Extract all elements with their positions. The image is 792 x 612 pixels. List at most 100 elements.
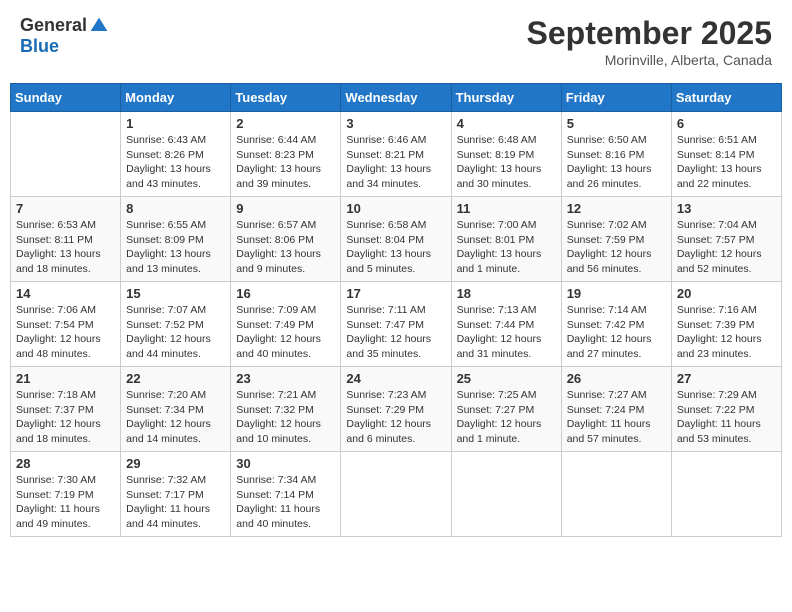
calendar-cell: 16Sunrise: 7:09 AM Sunset: 7:49 PM Dayli… <box>231 282 341 367</box>
day-number: 30 <box>236 456 335 471</box>
day-number: 16 <box>236 286 335 301</box>
calendar-cell: 29 Sunrise: 7:32 AM Sunset: 7:17 PM Dayli… <box>121 452 231 537</box>
day-number: 28 <box>16 456 115 471</box>
day-number: 6 <box>677 116 776 131</box>
day-info: Sunrise: 7:32 AM Sunset: 7:17 PM Dayligh… <box>126 473 225 532</box>
day-number: 2 <box>236 116 335 131</box>
day-number: 9 <box>236 201 335 216</box>
day-number: 21 <box>16 371 115 386</box>
calendar-header-tuesday: Tuesday <box>231 84 341 112</box>
calendar-cell: 22 Sunrise: 7:20 AM Sunset: 7:34 PM Dayli… <box>121 367 231 452</box>
calendar-cell: 8 Sunrise: 6:55 AM Sunset: 8:09 PM Daylig… <box>121 197 231 282</box>
calendar-cell: 21 Sunrise: 7:18 AM Sunset: 7:37 PM Dayli… <box>11 367 121 452</box>
day-info: Sunrise: 6:51 AM Sunset: 8:14 PM Dayligh… <box>677 133 776 192</box>
page-header: General Blue September 2025 Morinville, … <box>10 10 782 73</box>
calendar-header-saturday: Saturday <box>671 84 781 112</box>
calendar-cell: 1Sunrise: 6:43 AM Sunset: 8:26 PM Daylig… <box>121 112 231 197</box>
day-number: 8 <box>126 201 225 216</box>
day-info: Sunrise: 7:21 AM Sunset: 7:32 PM Dayligh… <box>236 388 335 447</box>
day-info: Sunrise: 7:00 AM Sunset: 8:01 PM Dayligh… <box>457 218 556 277</box>
day-number: 12 <box>567 201 666 216</box>
calendar-cell: 14Sunrise: 7:06 AM Sunset: 7:54 PM Dayli… <box>11 282 121 367</box>
calendar-cell: 2Sunrise: 6:44 AM Sunset: 8:23 PM Daylig… <box>231 112 341 197</box>
day-info: Sunrise: 6:46 AM Sunset: 8:21 PM Dayligh… <box>346 133 445 192</box>
calendar-cell: 10 Sunrise: 6:58 AM Sunset: 8:04 PM Dayli… <box>341 197 451 282</box>
calendar-week-4: 21 Sunrise: 7:18 AM Sunset: 7:37 PM Dayli… <box>11 367 782 452</box>
calendar-cell: 15Sunrise: 7:07 AM Sunset: 7:52 PM Dayli… <box>121 282 231 367</box>
calendar-cell: 18 Sunrise: 7:13 AM Sunset: 7:44 PM Dayli… <box>451 282 561 367</box>
day-number: 24 <box>346 371 445 386</box>
day-info: Sunrise: 7:02 AM Sunset: 7:59 PM Dayligh… <box>567 218 666 277</box>
day-info: Sunrise: 7:11 AM Sunset: 7:47 PM Dayligh… <box>346 303 445 362</box>
calendar-header-sunday: Sunday <box>11 84 121 112</box>
calendar-cell <box>341 452 451 537</box>
logo: General Blue <box>20 15 109 57</box>
day-number: 5 <box>567 116 666 131</box>
day-number: 4 <box>457 116 556 131</box>
calendar-week-3: 14Sunrise: 7:06 AM Sunset: 7:54 PM Dayli… <box>11 282 782 367</box>
location-text: Morinville, Alberta, Canada <box>527 52 772 68</box>
day-info: Sunrise: 7:34 AM Sunset: 7:14 PM Dayligh… <box>236 473 335 532</box>
calendar-cell: 17 Sunrise: 7:11 AM Sunset: 7:47 PM Dayli… <box>341 282 451 367</box>
calendar-cell: 20 Sunrise: 7:16 AM Sunset: 7:39 PM Dayli… <box>671 282 781 367</box>
day-number: 17 <box>346 286 445 301</box>
day-info: Sunrise: 6:50 AM Sunset: 8:16 PM Dayligh… <box>567 133 666 192</box>
day-info: Sunrise: 6:57 AM Sunset: 8:06 PM Dayligh… <box>236 218 335 277</box>
day-info: Sunrise: 7:04 AM Sunset: 7:57 PM Dayligh… <box>677 218 776 277</box>
logo-blue-text: Blue <box>20 36 59 57</box>
day-number: 18 <box>457 286 556 301</box>
month-title: September 2025 <box>527 15 772 52</box>
day-info: Sunrise: 7:30 AM Sunset: 7:19 PM Dayligh… <box>16 473 115 532</box>
calendar-cell: 24Sunrise: 7:23 AM Sunset: 7:29 PM Dayli… <box>341 367 451 452</box>
calendar-cell: 28 Sunrise: 7:30 AM Sunset: 7:19 PM Dayli… <box>11 452 121 537</box>
day-number: 7 <box>16 201 115 216</box>
day-info: Sunrise: 7:20 AM Sunset: 7:34 PM Dayligh… <box>126 388 225 447</box>
calendar-cell: 23Sunrise: 7:21 AM Sunset: 7:32 PM Dayli… <box>231 367 341 452</box>
day-info: Sunrise: 6:55 AM Sunset: 8:09 PM Dayligh… <box>126 218 225 277</box>
day-info: Sunrise: 7:18 AM Sunset: 7:37 PM Dayligh… <box>16 388 115 447</box>
calendar-table: SundayMondayTuesdayWednesdayThursdayFrid… <box>10 83 782 537</box>
day-number: 27 <box>677 371 776 386</box>
calendar-header-wednesday: Wednesday <box>341 84 451 112</box>
calendar-cell <box>11 112 121 197</box>
calendar-cell: 5 Sunrise: 6:50 AM Sunset: 8:16 PM Daylig… <box>561 112 671 197</box>
calendar-header-monday: Monday <box>121 84 231 112</box>
day-number: 10 <box>346 201 445 216</box>
calendar-cell <box>671 452 781 537</box>
day-number: 19 <box>567 286 666 301</box>
day-info: Sunrise: 7:25 AM Sunset: 7:27 PM Dayligh… <box>457 388 556 447</box>
logo-icon <box>89 16 109 36</box>
logo-general-text: General <box>20 15 87 36</box>
day-number: 11 <box>457 201 556 216</box>
title-area: September 2025 Morinville, Alberta, Cana… <box>527 15 772 68</box>
calendar-cell: 12 Sunrise: 7:02 AM Sunset: 7:59 PM Dayli… <box>561 197 671 282</box>
day-number: 1 <box>126 116 225 131</box>
calendar-cell: 26Sunrise: 7:27 AM Sunset: 7:24 PM Dayli… <box>561 367 671 452</box>
day-info: Sunrise: 7:13 AM Sunset: 7:44 PM Dayligh… <box>457 303 556 362</box>
day-number: 13 <box>677 201 776 216</box>
day-number: 26 <box>567 371 666 386</box>
day-number: 29 <box>126 456 225 471</box>
calendar-cell: 19Sunrise: 7:14 AM Sunset: 7:42 PM Dayli… <box>561 282 671 367</box>
day-number: 25 <box>457 371 556 386</box>
calendar-cell: 13 Sunrise: 7:04 AM Sunset: 7:57 PM Dayli… <box>671 197 781 282</box>
calendar-cell: 25 Sunrise: 7:25 AM Sunset: 7:27 PM Dayli… <box>451 367 561 452</box>
calendar-cell <box>561 452 671 537</box>
calendar-cell: 6 Sunrise: 6:51 AM Sunset: 8:14 PM Daylig… <box>671 112 781 197</box>
day-number: 15 <box>126 286 225 301</box>
day-info: Sunrise: 6:48 AM Sunset: 8:19 PM Dayligh… <box>457 133 556 192</box>
day-number: 14 <box>16 286 115 301</box>
day-number: 20 <box>677 286 776 301</box>
day-number: 3 <box>346 116 445 131</box>
calendar-cell: 3 Sunrise: 6:46 AM Sunset: 8:21 PM Daylig… <box>341 112 451 197</box>
calendar-week-2: 7Sunrise: 6:53 AM Sunset: 8:11 PM Daylig… <box>11 197 782 282</box>
day-info: Sunrise: 6:58 AM Sunset: 8:04 PM Dayligh… <box>346 218 445 277</box>
calendar-cell: 9 Sunrise: 6:57 AM Sunset: 8:06 PM Daylig… <box>231 197 341 282</box>
day-number: 22 <box>126 371 225 386</box>
calendar-cell: 11 Sunrise: 7:00 AM Sunset: 8:01 PM Dayli… <box>451 197 561 282</box>
day-info: Sunrise: 7:16 AM Sunset: 7:39 PM Dayligh… <box>677 303 776 362</box>
calendar-cell <box>451 452 561 537</box>
calendar-cell: 27Sunrise: 7:29 AM Sunset: 7:22 PM Dayli… <box>671 367 781 452</box>
calendar-header-thursday: Thursday <box>451 84 561 112</box>
calendar-header-friday: Friday <box>561 84 671 112</box>
